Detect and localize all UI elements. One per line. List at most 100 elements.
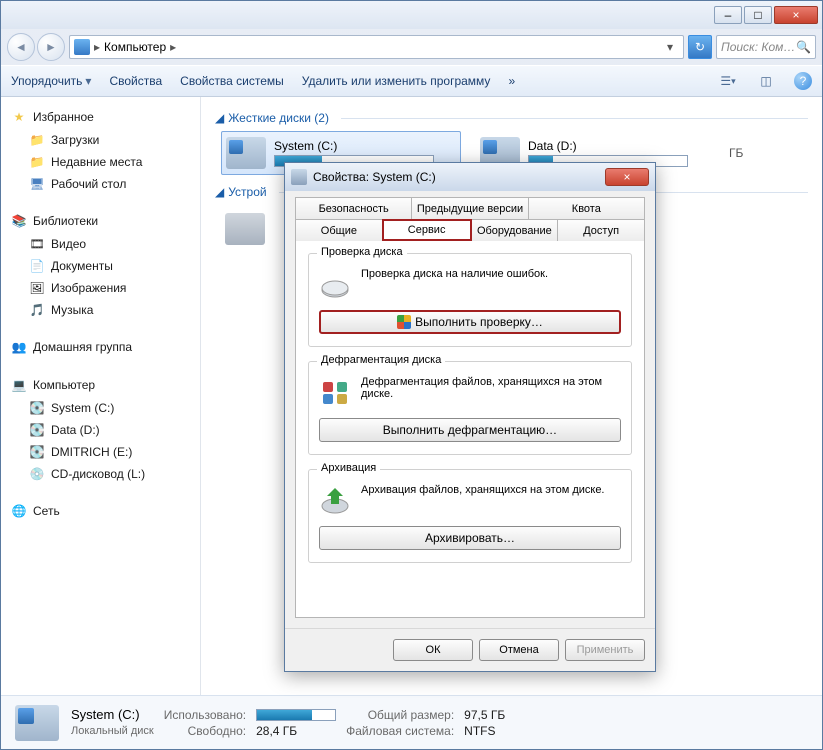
sidebar-item-documents[interactable]: 📄Документы	[1, 255, 200, 277]
details-pane: System (C:) Использовано: Общий размер: …	[1, 695, 822, 749]
uninstall-program-button[interactable]: Удалить или изменить программу	[302, 74, 491, 88]
device-item[interactable]	[221, 205, 269, 253]
tabs-row-1: Безопасность Предыдущие версии Квота	[295, 197, 645, 219]
homegroup-header[interactable]: 👥Домашняя группа	[1, 335, 200, 359]
check-now-button[interactable]: Выполнить проверку…	[319, 310, 621, 334]
dialog-buttons: ОК Отмена Применить	[285, 628, 655, 671]
defrag-title: Дефрагментация диска	[317, 354, 445, 366]
backup-group: Архивация Архивация файлов, хранящихся н…	[308, 469, 632, 563]
sidebar-item-music[interactable]: 🎵Музыка	[1, 299, 200, 321]
status-title: System (C:)	[71, 707, 154, 722]
disk-icon: 💽	[29, 422, 45, 438]
organize-menu[interactable]: Упорядочить▾	[11, 74, 91, 88]
defrag-group: Дефрагментация диска Дефрагментация файл…	[308, 361, 632, 455]
tab-hardware[interactable]: Оборудование	[471, 219, 559, 241]
close-button[interactable]: ×	[774, 6, 818, 24]
forward-button[interactable]: ►	[37, 33, 65, 61]
breadcrumb[interactable]: ▸ Компьютер ▸ ▾	[69, 35, 684, 59]
backup-text: Архивация файлов, хранящихся на этом дис…	[361, 484, 621, 496]
tab-quota[interactable]: Квота	[528, 197, 645, 219]
sidebar-item-downloads[interactable]: 📁Загрузки	[1, 129, 200, 151]
properties-dialog: Свойства: System (C:) × Безопасность Пре…	[284, 162, 656, 672]
toolbar-overflow[interactable]: »	[508, 74, 515, 88]
music-icon: 🎵	[29, 302, 45, 318]
search-icon: 🔍	[796, 40, 811, 54]
video-icon: 🎞	[29, 236, 45, 252]
system-properties-button[interactable]: Свойства системы	[180, 74, 284, 88]
drive-label: System (C:)	[274, 139, 434, 153]
status-free-label: Свободно:	[164, 724, 246, 738]
drive-icon	[15, 705, 59, 741]
ok-button[interactable]: ОК	[393, 639, 473, 661]
star-icon: ★	[11, 109, 27, 125]
search-input[interactable]: Поиск: Ком… 🔍	[716, 35, 816, 59]
tab-tools[interactable]: Сервис	[382, 219, 472, 241]
homegroup-icon: 👥	[11, 339, 27, 355]
drive-icon	[291, 169, 307, 185]
breadcrumb-dropdown[interactable]: ▾	[661, 40, 679, 54]
titlebar: – □ ×	[1, 1, 822, 29]
desktop-icon: 🖥	[29, 176, 45, 192]
status-fs-label: Файловая система:	[346, 724, 454, 738]
tab-sharing[interactable]: Доступ	[557, 219, 645, 241]
status-used-label: Использовано:	[164, 708, 246, 722]
sidebar-item-desktop[interactable]: 🖥Рабочий стол	[1, 173, 200, 195]
recent-icon: 📁	[29, 154, 45, 170]
apply-button[interactable]: Применить	[565, 639, 645, 661]
drive-d-suffix: ГБ	[729, 146, 743, 160]
explorer-window: – □ × ◄ ► ▸ Компьютер ▸ ▾ ↻ Поиск: Ком… …	[0, 0, 823, 750]
document-icon: 📄	[29, 258, 45, 274]
dialog-close-button[interactable]: ×	[605, 168, 649, 186]
sidebar-item-drive-d[interactable]: 💽Data (D:)	[1, 419, 200, 441]
help-button[interactable]: ?	[794, 72, 812, 90]
preview-pane-button[interactable]: ◫	[756, 71, 776, 91]
breadcrumb-sep: ▸	[94, 40, 100, 54]
address-row: ◄ ► ▸ Компьютер ▸ ▾ ↻ Поиск: Ком… 🔍	[1, 29, 822, 65]
disk-icon: 💽	[29, 400, 45, 416]
backup-now-button[interactable]: Архивировать…	[319, 526, 621, 550]
view-mode-button[interactable]: ☰▾	[718, 71, 738, 91]
defrag-now-button[interactable]: Выполнить дефрагментацию…	[319, 418, 621, 442]
tab-general[interactable]: Общие	[295, 219, 383, 241]
dialog-titlebar[interactable]: Свойства: System (C:) ×	[285, 163, 655, 191]
hdd-group-header[interactable]: ◢Жесткие диски (2)	[215, 111, 808, 125]
status-total-label: Общий размер:	[346, 708, 454, 722]
status-subtitle: Локальный диск	[71, 725, 154, 737]
drive-icon	[226, 137, 266, 169]
refresh-button[interactable]: ↻	[688, 35, 712, 59]
status-used-bar	[256, 708, 336, 722]
toolbar: Упорядочить▾ Свойства Свойства системы У…	[1, 65, 822, 97]
breadcrumb-item[interactable]: Компьютер	[104, 40, 166, 54]
check-disk-title: Проверка диска	[317, 246, 407, 258]
sidebar-item-pictures[interactable]: 🖼Изображения	[1, 277, 200, 299]
back-button[interactable]: ◄	[7, 33, 35, 61]
status-fs-value: NTFS	[464, 724, 505, 738]
nav-buttons: ◄ ►	[7, 33, 65, 61]
computer-header[interactable]: 💻Компьютер	[1, 373, 200, 397]
favorites-header[interactable]: ★Избранное	[1, 105, 200, 129]
libraries-header[interactable]: 📚Библиотеки	[1, 209, 200, 233]
sidebar-item-recent[interactable]: 📁Недавние места	[1, 151, 200, 173]
tabs-row-2: Общие Сервис Оборудование Доступ	[295, 219, 645, 241]
dialog-body: Безопасность Предыдущие версии Квота Общ…	[285, 191, 655, 628]
tab-previous-versions[interactable]: Предыдущие версии	[411, 197, 528, 219]
sidebar-item-drive-c[interactable]: 💽System (C:)	[1, 397, 200, 419]
picture-icon: 🖼	[29, 280, 45, 296]
check-disk-group: Проверка диска Проверка диска на наличие…	[308, 253, 632, 347]
drive-label: Data (D:)	[528, 139, 688, 153]
collapse-icon: ◢	[215, 185, 224, 199]
defrag-text: Дефрагментация файлов, хранящихся на это…	[361, 376, 621, 400]
tab-panel-tools: Проверка диска Проверка диска на наличие…	[295, 240, 645, 618]
maximize-button[interactable]: □	[744, 6, 772, 24]
network-header[interactable]: 🌐Сеть	[1, 499, 200, 523]
check-disk-icon	[319, 268, 351, 300]
sidebar-item-drive-e[interactable]: 💽DMITRICH (E:)	[1, 441, 200, 463]
sidebar-item-videos[interactable]: 🎞Видео	[1, 233, 200, 255]
minimize-button[interactable]: –	[714, 6, 742, 24]
cancel-button[interactable]: Отмена	[479, 639, 559, 661]
properties-button[interactable]: Свойства	[109, 74, 162, 88]
tab-security[interactable]: Безопасность	[295, 197, 412, 219]
folder-icon: 📁	[29, 132, 45, 148]
status-free-value: 28,4 ГБ	[256, 724, 336, 738]
sidebar-item-cd-drive[interactable]: 💿CD-дисковод (L:)	[1, 463, 200, 485]
